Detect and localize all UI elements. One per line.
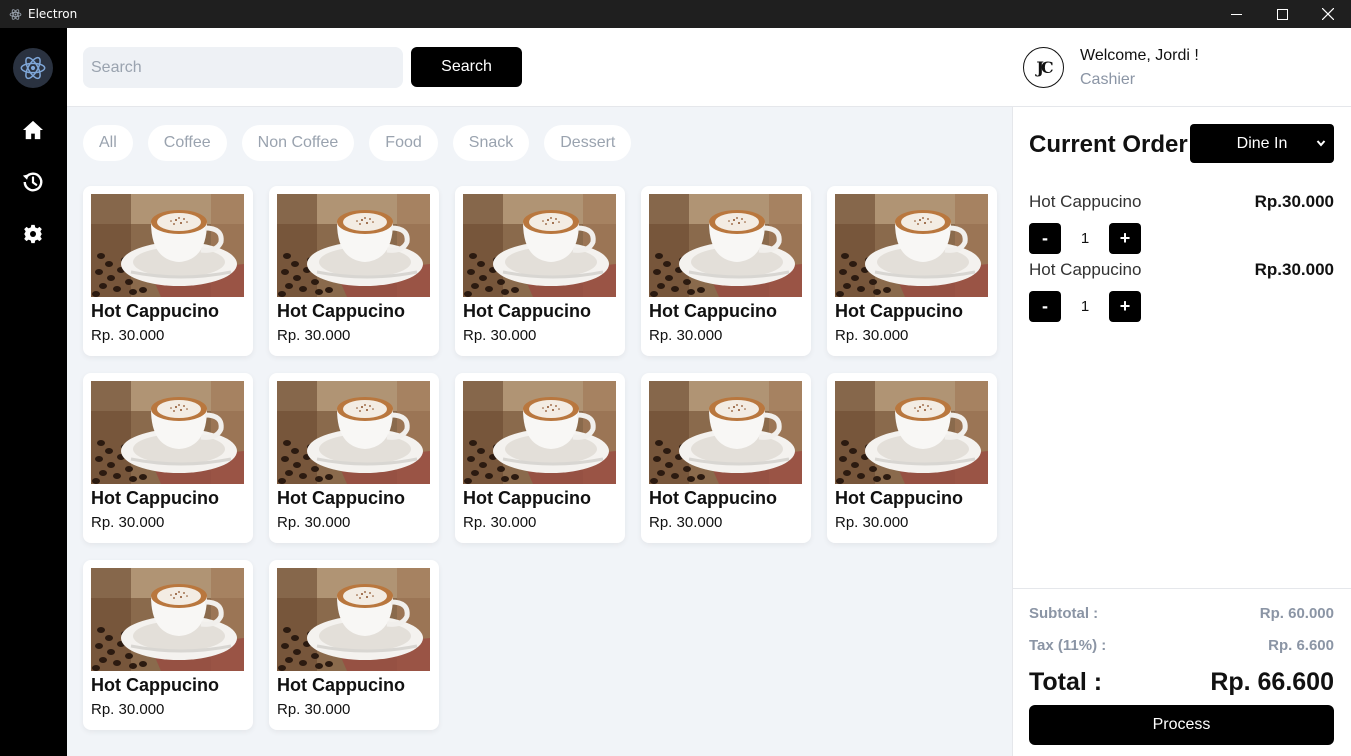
- product-price: Rp. 30.000: [91, 327, 165, 344]
- decrease-qty-button[interactable]: -: [1029, 223, 1061, 254]
- product-name: Hot Cappucino: [649, 488, 777, 508]
- product-price: Rp. 30.000: [835, 327, 909, 344]
- history-icon[interactable]: [21, 170, 45, 194]
- total-value: Rp. 66.600: [1210, 668, 1334, 696]
- gear-icon[interactable]: [21, 222, 45, 246]
- avatar[interactable]: JC: [1023, 47, 1064, 88]
- order-type-value: Dine In: [1236, 134, 1288, 152]
- product-name: Hot Cappucino: [277, 301, 405, 321]
- category-chip-coffee[interactable]: Coffee: [147, 125, 227, 161]
- category-chip-all[interactable]: All: [83, 125, 133, 161]
- product-name: Hot Cappucino: [463, 488, 591, 508]
- total-label: Total :: [1029, 668, 1103, 696]
- product-name: Hot Cappucino: [463, 301, 591, 321]
- order-item-name: Hot Cappucino: [1029, 260, 1142, 279]
- process-button[interactable]: Process: [1029, 705, 1334, 745]
- product-card[interactable]: Hot Cappucino Rp. 30.000: [83, 560, 253, 730]
- product-name: Hot Cappucino: [91, 675, 219, 695]
- product-price: Rp. 30.000: [91, 701, 165, 718]
- increase-qty-button[interactable]: +: [1109, 223, 1141, 254]
- product-card[interactable]: Hot Cappucino Rp. 30.000: [455, 186, 625, 356]
- product-card[interactable]: Hot Cappucino Rp. 30.000: [269, 560, 439, 730]
- electron-logo-icon[interactable]: [13, 48, 53, 88]
- product-card[interactable]: Hot Cappucino Rp. 30.000: [269, 186, 439, 356]
- product-image: [91, 381, 244, 484]
- product-name: Hot Cappucino: [835, 488, 963, 508]
- product-name: Hot Cappucino: [91, 301, 219, 321]
- order-item-price: Rp.30.000: [1254, 192, 1334, 211]
- product-price: Rp. 30.000: [277, 327, 351, 344]
- window-titlebar: Electron: [0, 0, 1351, 28]
- top-bar: Search JC Welcome, Jordi ! Cashier: [67, 28, 1351, 107]
- order-item-price: Rp.30.000: [1254, 260, 1334, 279]
- product-image: [463, 194, 616, 297]
- category-chip-snack[interactable]: Snack: [452, 125, 530, 161]
- product-name: Hot Cappucino: [277, 675, 405, 695]
- quantity-value: 1: [1080, 230, 1090, 247]
- product-price: Rp. 30.000: [463, 327, 537, 344]
- product-price: Rp. 30.000: [649, 327, 723, 344]
- home-icon[interactable]: [21, 118, 45, 142]
- welcome-text: Welcome, Jordi !: [1080, 47, 1199, 64]
- product-card[interactable]: Hot Cappucino Rp. 30.000: [455, 373, 625, 543]
- product-price: Rp. 30.000: [835, 514, 909, 531]
- category-chip-dessert[interactable]: Dessert: [544, 125, 632, 161]
- order-item-name: Hot Cappucino: [1029, 192, 1142, 211]
- product-image: [649, 381, 802, 484]
- minimize-icon[interactable]: [1213, 0, 1259, 28]
- product-card[interactable]: Hot Cappucino Rp. 30.000: [269, 373, 439, 543]
- decrease-qty-button[interactable]: -: [1029, 291, 1061, 322]
- category-chip-non-coffee[interactable]: Non Coffee: [241, 125, 355, 161]
- chevron-down-icon: [1316, 136, 1326, 155]
- sidebar: [0, 28, 67, 756]
- summary-divider: [1013, 588, 1351, 589]
- product-card[interactable]: Hot Cappucino Rp. 30.000: [83, 373, 253, 543]
- product-image: [91, 568, 244, 671]
- maximize-icon[interactable]: [1259, 0, 1305, 28]
- close-icon[interactable]: [1305, 0, 1351, 28]
- electron-app-icon: [8, 7, 22, 21]
- window-title: Electron: [28, 7, 78, 21]
- product-price: Rp. 30.000: [649, 514, 723, 531]
- tax-label: Tax (11%) :: [1029, 637, 1107, 654]
- product-price: Rp. 30.000: [277, 514, 351, 531]
- product-image: [835, 381, 988, 484]
- product-card[interactable]: Hot Cappucino Rp. 30.000: [641, 373, 811, 543]
- order-title: Current Order: [1029, 131, 1188, 158]
- product-card[interactable]: Hot Cappucino Rp. 30.000: [83, 186, 253, 356]
- current-order-panel: Current Order Dine In Hot Cappucino Rp.3…: [1012, 107, 1351, 756]
- quantity-value: 1: [1080, 298, 1090, 315]
- product-image: [277, 381, 430, 484]
- subtotal-label: Subtotal :: [1029, 605, 1099, 622]
- product-image: [277, 194, 430, 297]
- category-filter: All Coffee Non Coffee Food Snack Dessert: [83, 125, 632, 161]
- tax-value: Rp. 6.600: [1268, 637, 1334, 654]
- product-grid: Hot Cappucino Rp. 30.000 Hot Cappucino Rp.…: [83, 186, 997, 730]
- product-image: [835, 194, 988, 297]
- product-name: Hot Cappucino: [649, 301, 777, 321]
- product-image: [91, 194, 244, 297]
- product-name: Hot Cappucino: [835, 301, 963, 321]
- product-price: Rp. 30.000: [277, 701, 351, 718]
- user-role: Cashier: [1080, 71, 1136, 88]
- product-image: [277, 568, 430, 671]
- search-button[interactable]: Search: [411, 47, 522, 87]
- product-name: Hot Cappucino: [277, 488, 405, 508]
- order-type-select[interactable]: Dine In: [1190, 124, 1334, 163]
- product-card[interactable]: Hot Cappucino Rp. 30.000: [641, 186, 811, 356]
- product-card[interactable]: Hot Cappucino Rp. 30.000: [827, 186, 997, 356]
- product-price: Rp. 30.000: [91, 514, 165, 531]
- category-chip-food[interactable]: Food: [369, 125, 438, 161]
- product-image: [463, 381, 616, 484]
- subtotal-value: Rp. 60.000: [1259, 605, 1334, 622]
- increase-qty-button[interactable]: +: [1109, 291, 1141, 322]
- product-price: Rp. 30.000: [463, 514, 537, 531]
- search-input[interactable]: [83, 47, 403, 88]
- window-controls: [1213, 0, 1351, 28]
- product-image: [649, 194, 802, 297]
- product-card[interactable]: Hot Cappucino Rp. 30.000: [827, 373, 997, 543]
- product-name: Hot Cappucino: [91, 488, 219, 508]
